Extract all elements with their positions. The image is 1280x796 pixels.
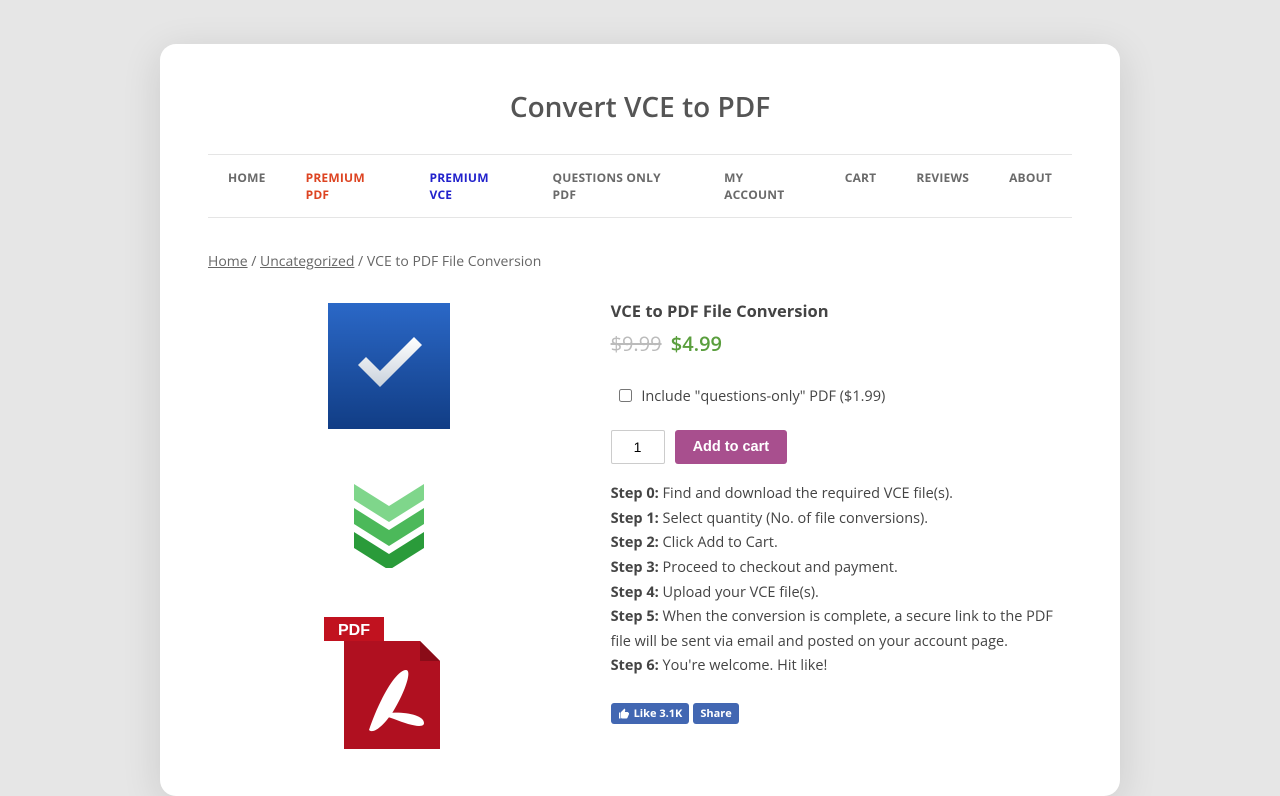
price: $9.99 $4.99 xyxy=(611,330,1072,357)
step-5-text: When the conversion is complete, a secur… xyxy=(611,607,1053,651)
thumb-up-icon xyxy=(618,708,630,720)
nav-wrap: HOME PREMIUM PDF PREMIUM VCE QUESTIONS O… xyxy=(160,154,1120,218)
step-0-label: Step 0: xyxy=(611,484,659,503)
like-count: 3.1K xyxy=(659,706,682,721)
fb-share-button[interactable]: Share xyxy=(693,703,738,724)
price-old: $9.99 xyxy=(611,330,662,357)
nav-premium-vce[interactable]: PREMIUM VCE xyxy=(409,155,532,217)
step-3-text: Proceed to checkout and payment. xyxy=(659,558,898,577)
site-title: Convert VCE to PDF xyxy=(160,44,1120,154)
step-2-text: Click Add to Cart. xyxy=(659,533,778,552)
product-images: PDF xyxy=(208,299,571,756)
page-container: Convert VCE to PDF HOME PREMIUM PDF PREM… xyxy=(160,44,1120,796)
nav-reviews[interactable]: REVIEWS xyxy=(896,155,989,217)
breadcrumb: Home / Uncategorized / VCE to PDF File C… xyxy=(208,252,1072,271)
step-5-label: Step 5: xyxy=(611,607,659,626)
nav-my-account[interactable]: MY ACCOUNT xyxy=(704,155,825,217)
step-4-text: Upload your VCE file(s). xyxy=(659,583,819,602)
add-to-cart-button[interactable]: Add to cart xyxy=(675,430,788,464)
content: Home / Uncategorized / VCE to PDF File C… xyxy=(160,218,1120,756)
breadcrumb-category[interactable]: Uncategorized xyxy=(260,252,354,271)
step-3-label: Step 3: xyxy=(611,558,659,577)
addon-row: Include "questions-only" PDF ($1.99) xyxy=(619,387,1072,406)
fb-like-button[interactable]: Like 3.1K xyxy=(611,703,690,724)
nav-about[interactable]: ABOUT xyxy=(989,155,1072,217)
product: PDF VCE to PDF File Conversion $9.99 $4.… xyxy=(208,299,1072,756)
share-label: Share xyxy=(700,706,731,721)
svg-text:PDF: PDF xyxy=(338,622,370,639)
step-1-label: Step 1: xyxy=(611,509,659,528)
addon-checkbox[interactable] xyxy=(619,389,632,402)
product-title: VCE to PDF File Conversion xyxy=(611,299,1072,322)
breadcrumb-current: VCE to PDF File Conversion xyxy=(367,252,541,271)
steps-list: Step 0: Find and download the required V… xyxy=(611,482,1072,679)
like-label: Like xyxy=(634,706,657,721)
pdf-icon: PDF xyxy=(324,615,454,756)
social-row: Like 3.1K Share xyxy=(611,703,1072,724)
nav-cart[interactable]: CART xyxy=(825,155,897,217)
step-0-text: Find and download the required VCE file(… xyxy=(659,484,953,503)
step-4-label: Step 4: xyxy=(611,583,659,602)
step-6-label: Step 6: xyxy=(611,656,659,675)
breadcrumb-home[interactable]: Home xyxy=(208,252,248,271)
addon-label: Include "questions-only" PDF ($1.99) xyxy=(641,387,885,406)
down-arrows-icon xyxy=(350,484,428,573)
cart-row: Add to cart xyxy=(611,430,1072,464)
nav-premium-pdf[interactable]: PREMIUM PDF xyxy=(286,155,410,217)
quantity-input[interactable] xyxy=(611,430,665,464)
nav-home[interactable]: HOME xyxy=(208,155,286,217)
main-nav: HOME PREMIUM PDF PREMIUM VCE QUESTIONS O… xyxy=(208,154,1072,218)
vce-icon xyxy=(328,303,450,434)
step-2-label: Step 2: xyxy=(611,533,659,552)
step-1-text: Select quantity (No. of file conversions… xyxy=(659,509,928,528)
price-new: $4.99 xyxy=(671,330,722,357)
nav-questions-only-pdf[interactable]: QUESTIONS ONLY PDF xyxy=(533,155,705,217)
step-6-text: You're welcome. Hit like! xyxy=(659,656,828,675)
product-summary: VCE to PDF File Conversion $9.99 $4.99 I… xyxy=(611,299,1072,756)
